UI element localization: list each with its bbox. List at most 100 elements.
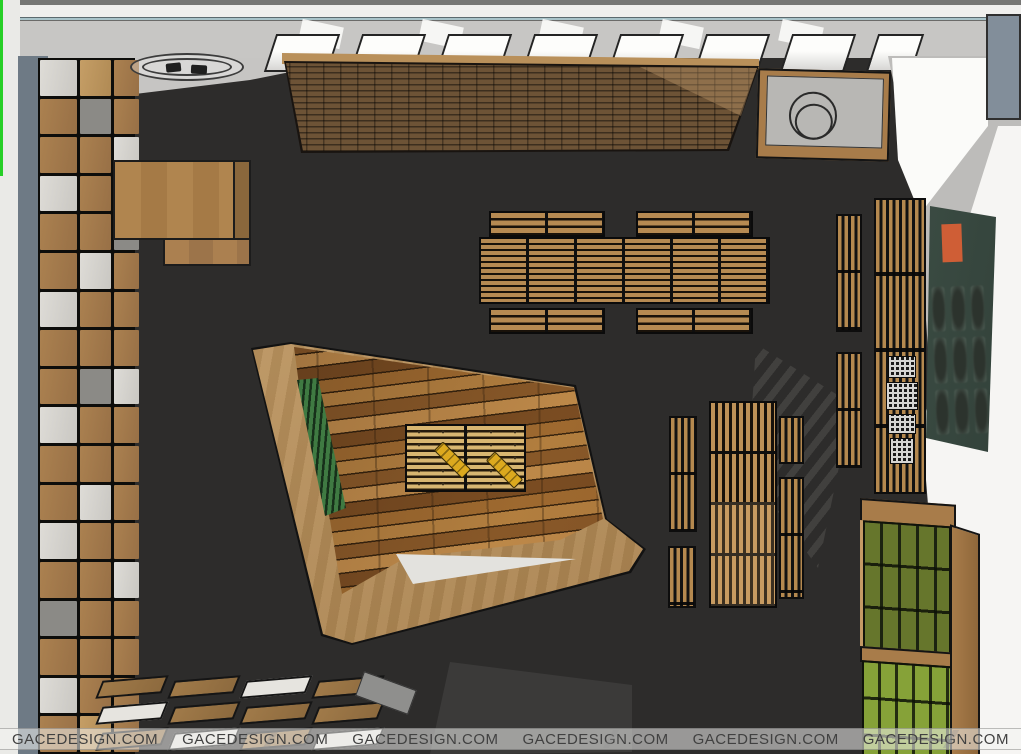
poster-orange-accent	[941, 224, 962, 263]
poster-thumbnails	[931, 285, 988, 435]
cube-cell-wood	[80, 601, 111, 637]
cube-cell-wood	[114, 523, 139, 559]
watermark-text: GACEDESIGN.COM	[182, 731, 328, 748]
service-desk-return	[163, 238, 251, 266]
slatted-bench-right2	[779, 477, 804, 599]
watermark-text: GACEDESIGN.COM	[863, 731, 1009, 748]
cube-cell-white	[40, 523, 77, 559]
slat-bench-right	[836, 214, 862, 332]
poster-thumbnail	[954, 388, 969, 434]
slatted-bench-left	[669, 416, 697, 532]
poster-thumbnail	[970, 285, 985, 331]
mesh-basket	[886, 382, 918, 410]
watermark-text: GACEDESIGN.COM	[12, 731, 158, 748]
cube-cell-wood	[40, 562, 77, 598]
ceiling-band	[0, 21, 1021, 58]
cube-cell-wood	[114, 639, 139, 675]
slatted-bench-left	[668, 546, 696, 608]
outer-edge-left	[0, 0, 20, 754]
cube-cell-white	[80, 485, 111, 521]
cube-cell-white	[40, 176, 77, 212]
watermark-text: GACEDESIGN.COM	[352, 731, 498, 748]
cube-cell-white	[114, 369, 139, 405]
locker-upper-section	[863, 520, 951, 654]
cube-cell-wood	[80, 562, 111, 598]
poster-thumbnail	[951, 286, 966, 332]
cube-cell-wood	[114, 485, 139, 521]
cube-cell-wood	[114, 253, 139, 289]
display-table-panel-wood	[311, 701, 385, 725]
locker-side-panel	[950, 524, 980, 754]
display-table-panel-white	[239, 675, 313, 699]
cube-cell-wood	[80, 523, 111, 559]
green-locker-unit	[860, 498, 982, 754]
cube-cell-white	[114, 562, 139, 598]
cube-cell-wood	[114, 330, 139, 366]
cube-cell-wood	[80, 330, 111, 366]
cube-cell-wood	[40, 137, 77, 173]
cube-cell-wood	[40, 369, 77, 405]
mesh-basket	[890, 438, 914, 464]
cube-cell-white	[80, 253, 111, 289]
cube-cell-wood	[80, 137, 111, 173]
slatted-table-horizontal	[479, 237, 770, 304]
cube-cell-gray	[80, 369, 111, 405]
display-table-panel-wood	[167, 675, 241, 699]
counter-top	[765, 76, 884, 149]
skylight-window	[780, 34, 856, 72]
slatted-table-vertical	[709, 401, 777, 608]
cube-cell-wood	[40, 253, 77, 289]
poster-thumbnail	[931, 286, 946, 332]
service-desk	[113, 160, 235, 240]
cube-cell-gray	[40, 601, 77, 637]
cube-cell-lightwood	[80, 60, 111, 96]
cube-cell-wood	[40, 330, 77, 366]
poster-thumbnail	[933, 338, 948, 384]
cube-cell-white	[40, 292, 77, 328]
cube-cell-wood	[40, 214, 77, 250]
mesh-basket	[888, 356, 916, 378]
watermark-text: GACEDESIGN.COM	[522, 731, 668, 748]
cube-cell-wood	[114, 99, 139, 135]
display-table-panel-white	[95, 701, 169, 725]
slatted-bench	[636, 211, 753, 237]
poster-thumbnail	[974, 388, 989, 434]
locker-body	[860, 498, 982, 754]
cube-cell-wood	[80, 292, 111, 328]
cube-cell-wood	[40, 446, 77, 482]
cube-cell-white	[40, 60, 77, 96]
rug-seat	[191, 65, 207, 75]
slat-bench-right	[836, 352, 862, 468]
cube-cell-white	[40, 678, 77, 714]
cube-cell-wood	[40, 485, 77, 521]
top-white-band	[0, 5, 1021, 17]
poster-thumbnail	[935, 389, 950, 435]
reception-counter	[756, 68, 891, 161]
round-rug-inner	[142, 58, 232, 76]
interior-render: GACEDESIGN.COM GACEDESIGN.COM GACEDESIGN…	[0, 0, 1021, 754]
poster-thumbnail	[953, 337, 968, 383]
cube-cell-wood	[80, 407, 111, 443]
display-table-panel-wood	[239, 701, 313, 725]
display-table-panel-wood	[95, 675, 169, 699]
display-table-panel-wood	[167, 701, 241, 725]
cube-cell-wood	[114, 446, 139, 482]
cube-cell-wood	[80, 446, 111, 482]
slatted-bench	[489, 211, 605, 237]
poster-thumbnail	[972, 336, 987, 382]
green-axis-line	[0, 0, 3, 176]
cube-cell-wood	[40, 639, 77, 675]
mesh-basket	[888, 414, 916, 434]
watermark-text: GACEDESIGN.COM	[693, 731, 839, 748]
cube-cell-white	[40, 407, 77, 443]
slatted-bench-right2	[779, 416, 804, 464]
corner-window-panel	[986, 14, 1021, 120]
cube-cell-gray	[80, 99, 111, 135]
cube-cell-wood	[80, 176, 111, 212]
cube-cell-wood	[114, 407, 139, 443]
slatted-bench	[636, 308, 753, 334]
rug-seat	[166, 62, 182, 73]
cube-cell-wood	[40, 99, 77, 135]
cube-cell-wood	[80, 214, 111, 250]
table-sunlight	[711, 502, 775, 606]
